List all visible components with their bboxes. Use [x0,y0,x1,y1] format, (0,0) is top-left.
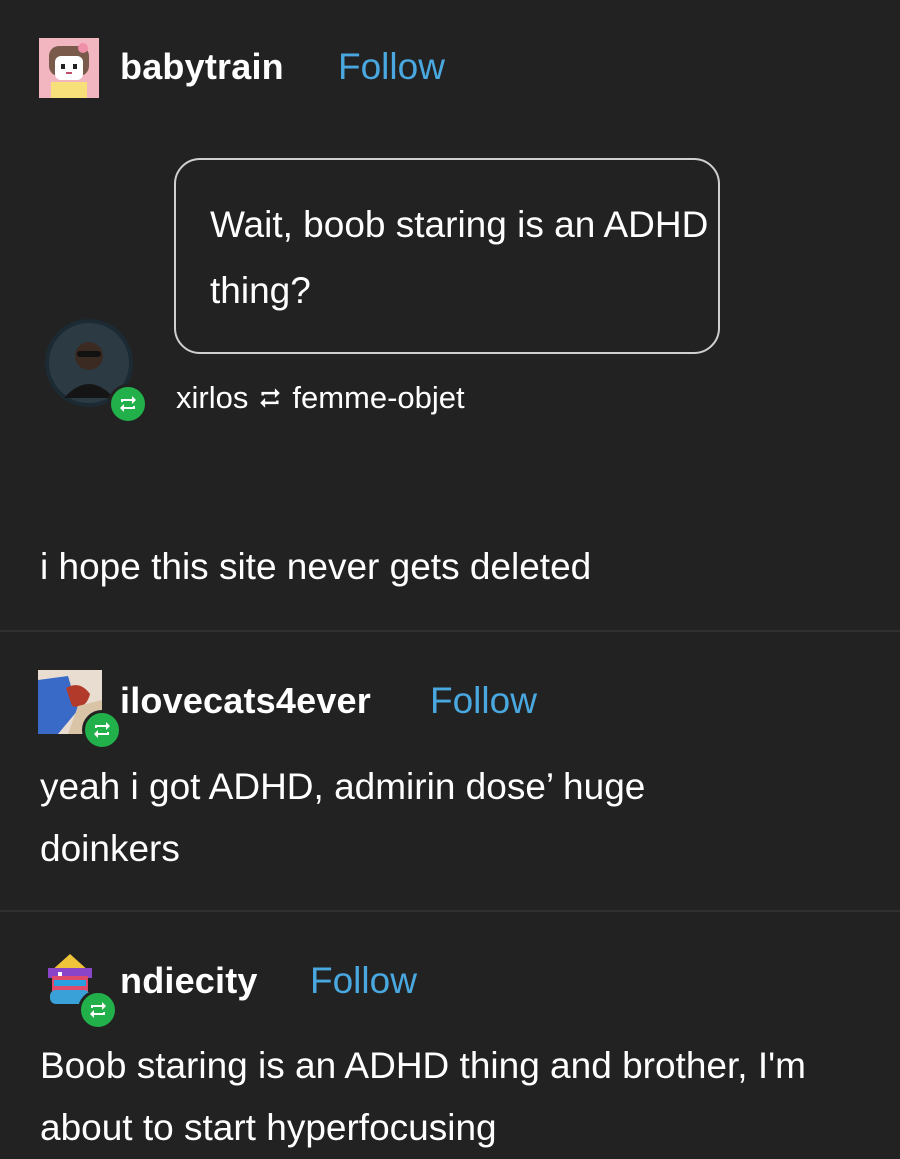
quoted-post-text: Wait, boob staring is an ADHD thing? [210,204,709,311]
quoted-post-card[interactable]: Wait, boob staring is an ADHD thing? [174,158,720,354]
username-ndiecity[interactable]: ndiecity [120,960,258,1002]
post-body-babytrain: i hope this site never gets deleted [40,546,592,587]
reblog-badge [78,990,118,1030]
post-divider [0,630,900,632]
post-body-ilovecats4ever: yeah i got ADHD, admirin dose’ huge doin… [40,766,646,869]
avatar-ndiecity[interactable] [40,950,120,1030]
reblog-icon [260,388,281,408]
avatar-babytrain[interactable] [39,38,99,98]
follow-button-babytrain[interactable]: Follow [338,46,445,88]
reblog-badge [108,384,148,424]
reblog-icon [94,722,110,738]
avatar-ilovecats4ever[interactable] [38,670,122,750]
post-divider [0,910,900,912]
avatar-xirlos[interactable] [44,318,148,424]
post-body-ndiecity: Boob staring is an ADHD thing and brothe… [40,1045,806,1148]
reblog-from-name[interactable]: xirlos [176,380,248,416]
avatar-babytrain-icon [39,38,99,98]
reblog-icon [120,396,136,412]
follow-button-ilovecats4ever[interactable]: Follow [430,680,537,722]
follow-button-ndiecity[interactable]: Follow [310,960,417,1002]
reblog-trail: xirlos femme-objet [176,380,465,416]
username-babytrain[interactable]: babytrain [120,46,284,88]
reblog-via-name[interactable]: femme-objet [292,380,464,416]
reblog-badge [82,710,122,750]
username-ilovecats4ever[interactable]: ilovecats4ever [120,680,371,722]
reblog-icon [90,1002,106,1018]
